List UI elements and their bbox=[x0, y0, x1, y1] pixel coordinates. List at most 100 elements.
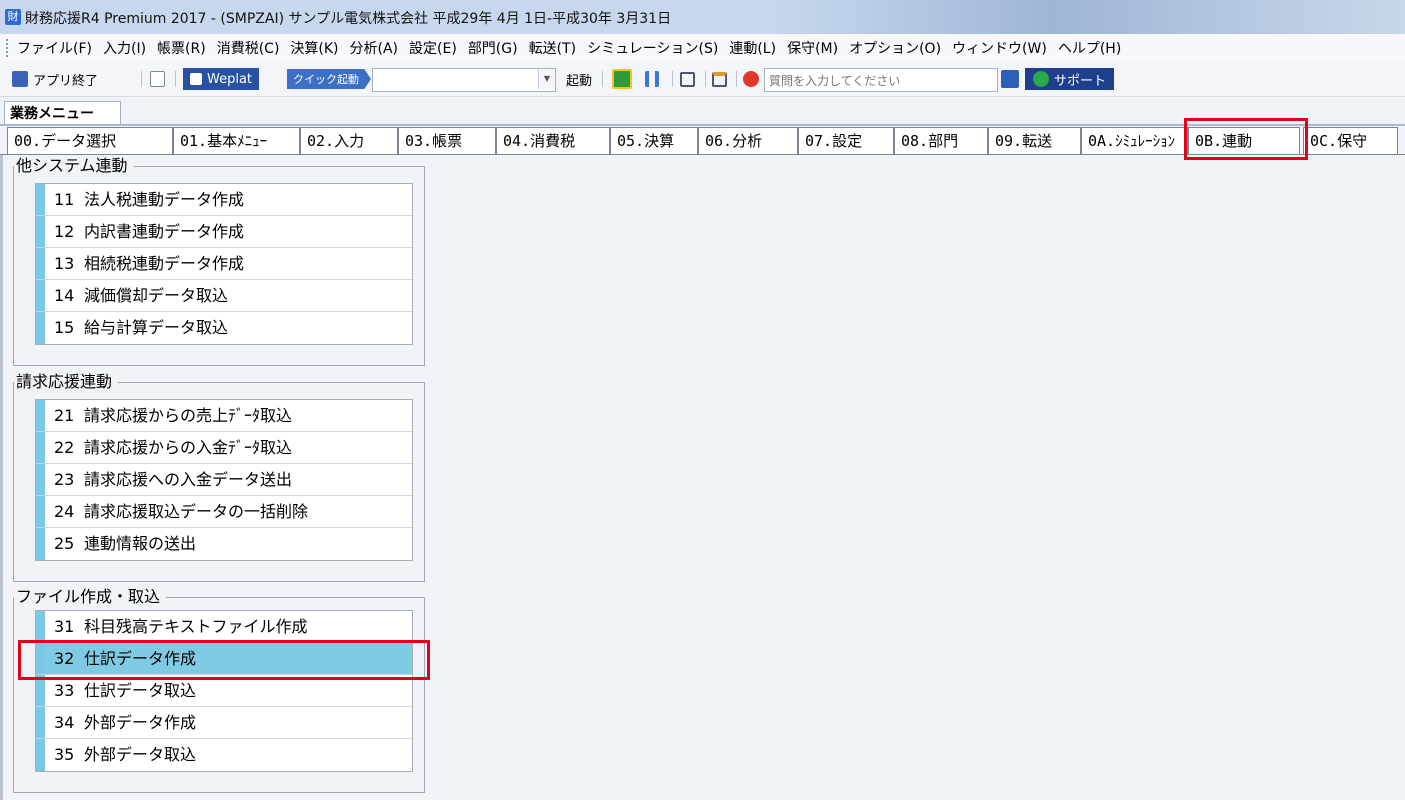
row-stripe bbox=[36, 707, 45, 738]
list-item[interactable]: 11 法人税連動データ作成 bbox=[36, 184, 412, 216]
business-menu-underline bbox=[0, 124, 1405, 126]
toolbar: アプリ終了 Weplat クイック起動 ▼ 起動 質問を入力してください サポー… bbox=[0, 62, 1405, 97]
menu-help[interactable]: ヘルプ(H) bbox=[1058, 38, 1121, 58]
menu-options[interactable]: オプション(O) bbox=[849, 38, 941, 58]
question-input[interactable]: 質問を入力してください bbox=[764, 68, 998, 92]
list-item[interactable]: 22 請求応援からの入金ﾃﾞｰﾀ取込 bbox=[36, 432, 412, 464]
quick-launch-label: クイック起動 bbox=[287, 69, 371, 89]
list-item[interactable]: 13 相続税連動データ作成 bbox=[36, 248, 412, 280]
item-number: 13 bbox=[54, 254, 75, 273]
item-number: 21 bbox=[54, 406, 75, 425]
group-title: 他システム連動 bbox=[14, 155, 134, 177]
tab-strip: 00.データ選択 01.基本ﾒﾆｭｰ 02.入力 03.帳票 04.消費税 05… bbox=[0, 127, 1405, 155]
list-item[interactable]: 35 外部データ取込 bbox=[36, 739, 412, 771]
tab-analysis[interactable]: 06.分析 bbox=[698, 127, 798, 154]
menu-analysis[interactable]: 分析(A) bbox=[350, 38, 399, 58]
menu-list: 11 法人税連動データ作成 12 内訳書連動データ作成 13 相続税連動データ作成 1… bbox=[35, 183, 413, 345]
list-item[interactable]: 31 科目残高テキストファイル作成 bbox=[36, 611, 412, 643]
window-button[interactable] bbox=[680, 69, 700, 89]
folder-icon bbox=[712, 71, 727, 87]
list-item[interactable]: 34 外部データ作成 bbox=[36, 707, 412, 739]
window-icon bbox=[680, 71, 695, 87]
menu-maintenance[interactable]: 保守(M) bbox=[787, 38, 838, 58]
menu-department[interactable]: 部門(G) bbox=[468, 38, 518, 58]
row-stripe bbox=[36, 464, 45, 495]
item-number: 14 bbox=[54, 286, 75, 305]
item-number: 23 bbox=[54, 470, 75, 489]
group-other-system-link: 他システム連動 11 法人税連動データ作成 12 内訳書連動データ作成 13 相続税連… bbox=[13, 155, 425, 366]
search-button[interactable] bbox=[1001, 69, 1024, 89]
row-stripe bbox=[36, 496, 45, 527]
business-menu-tab[interactable]: 業務メニュー bbox=[4, 101, 121, 125]
list-item[interactable]: 14 減価償却データ取込 bbox=[36, 280, 412, 312]
item-number: 33 bbox=[54, 681, 75, 700]
list-item[interactable]: 12 内訳書連動データ作成 bbox=[36, 216, 412, 248]
quick-launch-combo[interactable]: ▼ bbox=[372, 68, 556, 92]
item-number: 34 bbox=[54, 713, 75, 732]
weplat-label: Weplat bbox=[207, 71, 253, 87]
list-item[interactable]: 24 請求応援取込データの一括削除 bbox=[36, 496, 412, 528]
list-item-selected[interactable]: 32 仕訳データ作成 bbox=[36, 643, 412, 675]
tab-simulation[interactable]: 0A.ｼﾐｭﾚｰｼｮﾝ bbox=[1081, 127, 1188, 154]
group-title: ファイル作成・取込 bbox=[14, 586, 167, 608]
tab-data-select[interactable]: 00.データ選択 bbox=[7, 127, 173, 154]
check-button[interactable] bbox=[612, 69, 637, 89]
tab-basic-menu[interactable]: 01.基本ﾒﾆｭｰ bbox=[173, 127, 300, 154]
row-stripe bbox=[36, 432, 45, 463]
item-number: 22 bbox=[54, 438, 75, 457]
item-label: 外部データ作成 bbox=[84, 713, 197, 732]
toolbar-separator bbox=[175, 71, 176, 87]
search-icon bbox=[1001, 70, 1019, 88]
support-button[interactable]: サポート bbox=[1025, 68, 1115, 90]
item-label: 相続税連動データ作成 bbox=[84, 254, 245, 273]
tab-input[interactable]: 02.入力 bbox=[300, 127, 398, 154]
list-item[interactable]: 33 仕訳データ取込 bbox=[36, 675, 412, 707]
tab-department[interactable]: 08.部門 bbox=[894, 127, 988, 154]
menu-simulation[interactable]: シミュレーション(S) bbox=[587, 38, 718, 58]
menu-report[interactable]: 帳票(R) bbox=[157, 38, 206, 58]
check-icon bbox=[612, 69, 632, 89]
tab-maintenance[interactable]: 0C.保守 bbox=[1303, 127, 1398, 154]
list-item[interactable]: 21 請求応援からの売上ﾃﾞｰﾀ取込 bbox=[36, 400, 412, 432]
item-label: 連動情報の送出 bbox=[84, 534, 197, 553]
list-item[interactable]: 15 給与計算データ取込 bbox=[36, 312, 412, 344]
menu-link[interactable]: 連動(L) bbox=[729, 38, 776, 58]
chevron-down-icon[interactable]: ▼ bbox=[538, 69, 555, 89]
help-question-icon bbox=[743, 69, 764, 89]
exit-app-label: アプリ終了 bbox=[33, 73, 99, 89]
weplat-button[interactable]: Weplat bbox=[183, 68, 260, 90]
list-item[interactable]: 25 連動情報の送出 bbox=[36, 528, 412, 560]
tab-settings[interactable]: 07.設定 bbox=[798, 127, 894, 154]
folder-button[interactable] bbox=[712, 69, 732, 89]
menu-bar: ファイル(F) 入力(I) 帳票(R) 消費税(C) 決算(K) 分析(A) 設… bbox=[0, 34, 1405, 63]
menu-settlement[interactable]: 決算(K) bbox=[290, 38, 338, 58]
group-billing-support-link: 請求応援連動 21 請求応援からの売上ﾃﾞｰﾀ取込 22 請求応援からの入金ﾃﾞｰﾀ… bbox=[13, 371, 425, 582]
launch-button[interactable]: 起動 bbox=[566, 69, 592, 89]
menu-consumption-tax[interactable]: 消費税(C) bbox=[217, 38, 280, 58]
row-stripe bbox=[36, 280, 45, 311]
split-view-button[interactable] bbox=[645, 69, 664, 89]
tab-report[interactable]: 03.帳票 bbox=[398, 127, 496, 154]
support-label: サポート bbox=[1054, 73, 1107, 89]
menu-file[interactable]: ファイル(F) bbox=[17, 38, 92, 58]
row-stripe bbox=[36, 643, 45, 674]
item-label: 減価償却データ取込 bbox=[84, 286, 229, 305]
menu-transfer[interactable]: 転送(T) bbox=[529, 38, 576, 58]
tab-consumption-tax[interactable]: 04.消費税 bbox=[496, 127, 610, 154]
tab-settlement[interactable]: 05.決算 bbox=[610, 127, 698, 154]
toolbar-separator bbox=[705, 71, 706, 87]
menu-input[interactable]: 入力(I) bbox=[103, 38, 146, 58]
row-stripe bbox=[36, 248, 45, 279]
question-icon bbox=[743, 71, 759, 87]
row-stripe bbox=[36, 528, 45, 560]
menu-settings[interactable]: 設定(E) bbox=[409, 38, 457, 58]
calculator-button[interactable] bbox=[150, 69, 170, 89]
item-number: 35 bbox=[54, 745, 75, 764]
item-number: 25 bbox=[54, 534, 75, 553]
title-bar: 財 財務応援R4 Premium 2017 - (SMPZAI) サンプル電気株… bbox=[0, 0, 1405, 35]
exit-app-button[interactable]: アプリ終了 bbox=[12, 69, 98, 89]
tab-transfer[interactable]: 09.転送 bbox=[988, 127, 1081, 154]
list-item[interactable]: 23 請求応援への入金データ送出 bbox=[36, 464, 412, 496]
tab-link[interactable]: 0B.連動 bbox=[1188, 127, 1300, 154]
menu-window[interactable]: ウィンドウ(W) bbox=[952, 38, 1047, 58]
